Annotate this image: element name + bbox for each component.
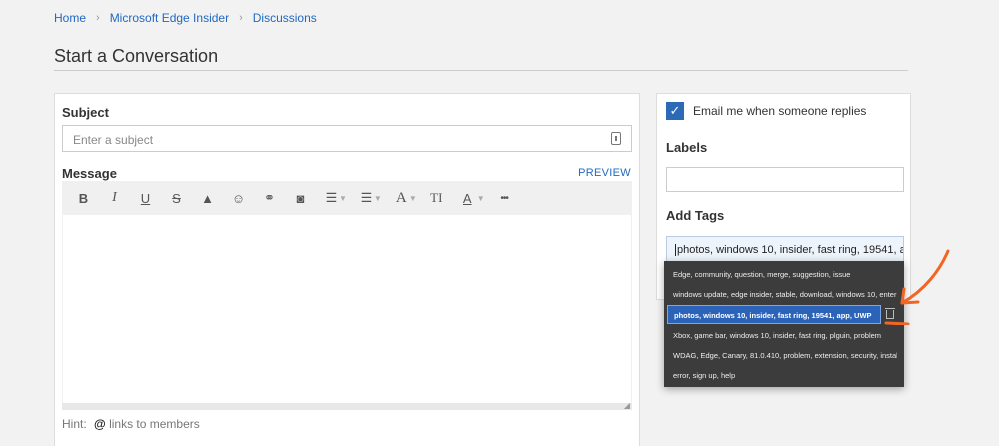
subject-input[interactable]: Enter a subject xyxy=(62,125,632,152)
at-icon: @ xyxy=(94,417,106,431)
chevron-down-icon: ▼ xyxy=(476,193,485,203)
password-manager-icon[interactable] xyxy=(611,132,621,145)
page-title: Start a Conversation xyxy=(54,46,219,66)
italic-button[interactable]: I xyxy=(103,190,126,206)
autocomplete-item[interactable]: error, sign up, help xyxy=(673,371,897,380)
subject-placeholder: Enter a subject xyxy=(73,133,154,147)
font-color-button[interactable]: A xyxy=(456,191,479,206)
breadcrumb-edge-insider[interactable]: Microsoft Edge Insider xyxy=(110,11,229,25)
chevron-down-icon: ▼ xyxy=(408,193,417,203)
underline-button[interactable]: U xyxy=(134,191,157,206)
email-label[interactable]: Email me when someone replies xyxy=(693,104,866,118)
resize-grip-icon[interactable]: ◢ xyxy=(624,401,630,410)
email-checkbox[interactable]: ✓ xyxy=(666,102,684,120)
message-editor[interactable] xyxy=(62,215,632,409)
preview-link[interactable]: PREVIEW xyxy=(578,167,631,179)
strikethrough-button[interactable]: S xyxy=(165,191,188,206)
labels-input[interactable] xyxy=(666,167,904,192)
link-icon[interactable]: ⚭ xyxy=(258,190,281,206)
autocomplete-item[interactable]: windows update, edge insider, stable, do… xyxy=(673,290,897,299)
tags-label: Add Tags xyxy=(666,208,725,223)
hint-text: Hint: @ links to members xyxy=(62,417,200,431)
annotation-arrow-icon xyxy=(884,249,950,325)
chevron-right-icon: › xyxy=(239,12,243,24)
labels-label: Labels xyxy=(666,140,708,155)
emoji-icon[interactable]: ☺ xyxy=(227,191,250,206)
chevron-down-icon: ▼ xyxy=(373,193,382,203)
tags-autocomplete: Edge, community, question, merge, sugges… xyxy=(664,261,904,387)
chevron-right-icon: › xyxy=(96,12,100,24)
editor-resize-bar[interactable]: ◢ xyxy=(62,401,632,410)
breadcrumb-discussions[interactable]: Discussions xyxy=(253,11,317,25)
hint-body: links to members xyxy=(109,417,200,431)
tags-value: photos, windows 10, insider, fast ring, … xyxy=(677,244,904,256)
message-panel: Subject Enter a subject Message PREVIEW … xyxy=(54,93,640,446)
text-cursor xyxy=(675,244,676,257)
tags-input[interactable]: photos, windows 10, insider, fast ring, … xyxy=(666,236,904,264)
chevron-down-icon: ▼ xyxy=(339,193,347,203)
text-size-button[interactable]: TI xyxy=(425,190,448,206)
breadcrumb: Home › Microsoft Edge Insider › Discussi… xyxy=(54,11,317,25)
message-label: Message xyxy=(62,166,117,181)
autocomplete-item[interactable]: WDAG, Edge, Canary, 81.0.410, problem, e… xyxy=(673,351,897,360)
bold-button[interactable]: B xyxy=(72,191,95,206)
more-options-button[interactable]: ••• xyxy=(493,193,516,204)
title-divider xyxy=(54,70,908,71)
hint-prefix: Hint: xyxy=(62,417,87,431)
camera-icon[interactable]: ◙ xyxy=(289,191,312,206)
editor-toolbar: B I U S ▲ ☺ ⚭ ◙ ☰ ▼ ☰ ▼ A ▼ TI A ▼ ••• xyxy=(62,181,632,215)
breadcrumb-home[interactable]: Home xyxy=(54,11,86,25)
autocomplete-item[interactable]: Xbox, game bar, windows 10, insider, fas… xyxy=(673,331,897,340)
warning-icon[interactable]: ▲ xyxy=(196,191,219,206)
autocomplete-item-selected[interactable]: photos, windows 10, insider, fast ring, … xyxy=(667,305,881,324)
subject-label: Subject xyxy=(62,105,109,120)
autocomplete-item[interactable]: Edge, community, question, merge, sugges… xyxy=(673,270,897,279)
